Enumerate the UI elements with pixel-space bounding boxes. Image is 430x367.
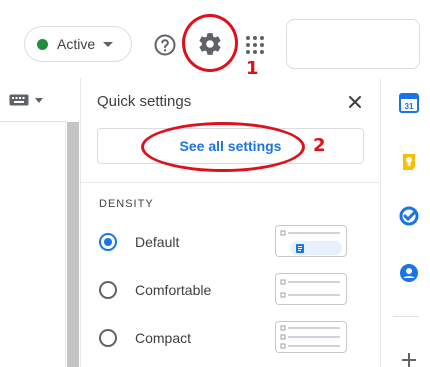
side-panel: 31 (380, 78, 430, 367)
settings-button[interactable] (197, 31, 223, 57)
add-icon (402, 353, 416, 367)
close-button[interactable] (346, 93, 364, 111)
quick-settings-panel: Quick settings See all settings DENSITY … (80, 78, 381, 367)
density-option-comfortable[interactable]: Comfortable (99, 273, 365, 307)
scrollbar[interactable] (67, 122, 79, 367)
mail-list (0, 121, 66, 367)
radio-compact[interactable] (99, 329, 117, 347)
close-icon (349, 96, 361, 108)
help-button[interactable] (153, 33, 177, 57)
keyboard-icon (9, 94, 29, 106)
density-preview-default (275, 225, 347, 257)
add-app-button[interactable] (399, 350, 419, 367)
keep-icon (403, 154, 415, 170)
density-option-label: Default (135, 234, 180, 250)
radio-comfortable[interactable] (99, 281, 117, 299)
panel-title: Quick settings (97, 93, 192, 110)
tasks-button[interactable] (399, 206, 419, 226)
top-bar: Active 1 (0, 0, 430, 79)
density-preview-compact (275, 321, 347, 353)
calendar-day: 31 (405, 102, 414, 111)
caret-down-icon (35, 97, 43, 103)
account-box[interactable] (286, 19, 420, 69)
density-heading: DENSITY (99, 198, 154, 210)
annotation-number-2: 2 (313, 135, 326, 156)
apps-button[interactable] (245, 35, 265, 55)
tasks-icon (399, 206, 419, 226)
caret-down-icon (103, 41, 114, 47)
see-all-settings-label: See all settings (179, 138, 282, 154)
divider (393, 316, 419, 317)
gear-icon (199, 33, 221, 55)
contacts-button[interactable] (399, 263, 419, 283)
contacts-icon (400, 264, 418, 282)
density-preview-comfortable (275, 273, 347, 305)
calendar-icon: 31 (399, 93, 419, 113)
status-label: Active (57, 36, 96, 52)
keep-button[interactable] (399, 152, 419, 172)
divider (81, 182, 381, 183)
density-option-label: Compact (135, 330, 192, 346)
calendar-button[interactable]: 31 (399, 93, 419, 113)
density-option-label: Comfortable (135, 282, 212, 298)
apps-grid-icon (246, 36, 264, 54)
input-tools-button[interactable] (9, 94, 43, 106)
density-option-default[interactable]: Default (99, 225, 365, 259)
status-dot (37, 38, 48, 50)
help-icon (154, 34, 176, 56)
status-dropdown[interactable]: Active (24, 26, 132, 62)
radio-default[interactable] (99, 233, 117, 251)
annotation-number-1: 1 (246, 58, 259, 79)
density-option-compact[interactable]: Compact (99, 321, 365, 355)
